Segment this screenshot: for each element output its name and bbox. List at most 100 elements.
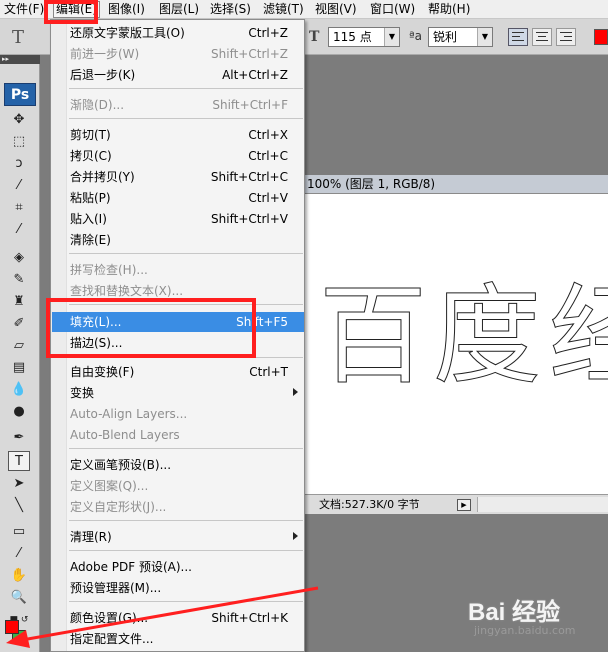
document-title-bar[interactable]: 100% (图层 1, RGB/8) — [305, 175, 608, 194]
menu-item-undo[interactable]: 还原文字蒙版工具(O) Ctrl+Z — [52, 23, 304, 43]
menu-item-label: 粘贴(P) — [70, 191, 111, 205]
menu-item-auto-blend-layers[interactable]: Auto-Blend Layers — [52, 425, 304, 445]
menu-help[interactable]: 帮助(H) — [426, 2, 472, 17]
canvas-text-char: 百 — [318, 274, 428, 399]
menu-item-shortcut: Ctrl+Z — [248, 26, 288, 40]
blur-tool-icon[interactable]: 💧 — [8, 380, 30, 400]
menu-item-fade[interactable]: 渐隐(D)... Shift+Ctrl+F — [52, 95, 304, 115]
menu-view[interactable]: 视图(V) — [313, 2, 359, 17]
menu-file[interactable]: 文件(F) — [2, 2, 46, 17]
menu-item-step-backward[interactable]: 后退一步(K) Alt+Ctrl+Z — [52, 65, 304, 85]
menu-item-label: 描边(S)... — [70, 336, 123, 350]
menu-separator — [69, 88, 303, 89]
menu-edit[interactable]: 编辑(E) — [53, 1, 100, 18]
antialias-icon: ªa — [409, 29, 423, 43]
align-right-button[interactable] — [556, 28, 576, 46]
menu-item-spell-check[interactable]: 拼写检查(H)... — [52, 260, 304, 280]
menu-item-auto-align-layers[interactable]: Auto-Align Layers... — [52, 404, 304, 424]
move-tool-icon[interactable]: ✥ — [8, 110, 30, 130]
status-menu-arrow-icon[interactable]: ▶ — [457, 499, 471, 511]
path-selection-tool-icon[interactable]: ➤ — [8, 474, 30, 494]
font-size-icon: T — [309, 29, 320, 45]
menu-item-define-pattern[interactable]: 定义图案(Q)... — [52, 476, 304, 496]
menu-separator — [69, 118, 303, 119]
align-left-button[interactable] — [508, 28, 528, 46]
menu-item-label: 自由变换(F) — [70, 365, 135, 379]
menu-item-transform[interactable]: 变换 — [52, 383, 304, 403]
menu-item-step-forward[interactable]: 前进一步(W) Shift+Ctrl+Z — [52, 44, 304, 64]
menu-image[interactable]: 图像(I) — [106, 2, 147, 17]
menu-item-label: 清理(R) — [70, 530, 112, 544]
menu-item-paste[interactable]: 粘贴(P) Ctrl+V — [52, 188, 304, 208]
notes-tool-icon[interactable]: ▭ — [8, 522, 30, 542]
menu-separator — [69, 448, 303, 449]
menu-item-shortcut: Ctrl+V — [248, 191, 288, 205]
menu-item-pdf-presets[interactable]: Adobe PDF 预设(A)... — [52, 557, 304, 577]
menu-item-define-custom-shape[interactable]: 定义自定形状(J)... — [52, 497, 304, 517]
menu-item-free-transform[interactable]: 自由变换(F) Ctrl+T — [52, 362, 304, 382]
eraser-tool-icon[interactable]: ▱ — [8, 336, 30, 356]
menu-item-copy-merged[interactable]: 合并拷贝(Y) Shift+Ctrl+C — [52, 167, 304, 187]
brush-tool-icon[interactable]: ✎ — [8, 270, 30, 290]
font-size-value: 115 点 — [333, 30, 372, 44]
line-tool-icon[interactable]: ╲ — [8, 496, 30, 516]
watermark-url: jingyan.baidu.com — [474, 624, 576, 637]
align-center-button[interactable] — [532, 28, 552, 46]
menu-item-clear[interactable]: 清除(E) — [52, 230, 304, 250]
pen-tool-icon[interactable]: ✒ — [8, 428, 30, 448]
menu-item-define-brush[interactable]: 定义画笔预设(B)... — [52, 455, 304, 475]
menu-item-label: 前进一步(W) — [70, 47, 140, 61]
menu-item-label: 定义图案(Q)... — [70, 479, 149, 493]
document-canvas[interactable]: 百 度 经 — [305, 194, 608, 494]
menu-item-shortcut: Ctrl+T — [249, 365, 288, 379]
menu-item-purge[interactable]: 清理(R) — [52, 527, 304, 547]
menu-item-shortcut: Shift+Ctrl+V — [211, 212, 288, 226]
menu-item-shortcut: Ctrl+C — [248, 149, 288, 163]
marquee-tool-icon[interactable]: ⬚ — [8, 132, 30, 152]
lasso-tool-icon[interactable]: ↄ — [8, 154, 30, 174]
horizontal-scrollbar[interactable] — [477, 497, 608, 512]
menu-item-shortcut: Shift+Ctrl+Z — [211, 47, 288, 61]
dodge-tool-icon[interactable]: ● — [8, 402, 30, 422]
history-brush-tool-icon[interactable]: ✐ — [8, 314, 30, 334]
menu-separator — [69, 550, 303, 551]
document-title: 100% (图层 1, RGB/8) — [307, 177, 436, 191]
menu-item-cut[interactable]: 剪切(T) Ctrl+X — [52, 125, 304, 145]
menu-separator — [69, 357, 303, 358]
menu-bar: 文件(F) 编辑(E) 图像(I) 图层(L) 选择(S) 滤镜(T) 视图(V… — [0, 0, 608, 19]
menu-layer[interactable]: 图层(L) — [157, 2, 201, 17]
menu-window[interactable]: 窗口(W) — [368, 2, 417, 17]
menu-select[interactable]: 选择(S) — [208, 2, 253, 17]
eyedropper-tool-icon[interactable]: ⁄ — [8, 544, 30, 564]
menu-item-fill[interactable]: 填充(L)... Shift+F5 — [52, 312, 304, 332]
menu-item-label: 填充(L)... — [70, 315, 122, 329]
menu-item-label: Auto-Align Layers... — [70, 407, 188, 421]
menu-item-label: 定义画笔预设(B)... — [70, 458, 172, 472]
menu-item-label: 变换 — [70, 386, 95, 400]
menu-separator — [69, 520, 303, 521]
menu-item-find-replace[interactable]: 查找和替换文本(X)... — [52, 281, 304, 301]
menu-item-label: 拼写检查(H)... — [70, 263, 148, 277]
crop-tool-icon[interactable]: ⌗ — [8, 198, 30, 218]
magic-wand-tool-icon[interactable]: ⁄ — [8, 176, 30, 196]
slice-tool-icon[interactable]: ⁄ — [8, 220, 30, 240]
ps-logo[interactable]: Ps — [4, 83, 36, 106]
text-color-swatch[interactable] — [594, 29, 608, 45]
healing-brush-tool-icon[interactable]: ◈ — [8, 248, 30, 268]
menu-item-label: 定义自定形状(J)... — [70, 500, 167, 514]
gradient-tool-icon[interactable]: ▤ — [8, 358, 30, 378]
antialias-select[interactable]: 锐利 ▼ — [428, 27, 493, 47]
stamp-tool-icon[interactable]: ♜ — [8, 292, 30, 312]
toolbox-grip[interactable]: ▸▸ — [0, 55, 40, 64]
menu-item-copy[interactable]: 拷贝(C) Ctrl+C — [52, 146, 304, 166]
antialias-value: 锐利 — [433, 30, 458, 44]
menu-filter[interactable]: 滤镜(T) — [261, 2, 306, 17]
menu-separator — [69, 253, 303, 254]
text-mask-tool-icon[interactable]: T — [12, 27, 24, 48]
edit-menu: 还原文字蒙版工具(O) Ctrl+Z 前进一步(W) Shift+Ctrl+Z … — [50, 19, 305, 652]
menu-item-stroke[interactable]: 描边(S)... — [52, 333, 304, 353]
menu-item-paste-into[interactable]: 贴入(I) Shift+Ctrl+V — [52, 209, 304, 229]
chevron-down-icon: ▼ — [477, 28, 492, 46]
font-size-select[interactable]: 115 点 ▼ — [328, 27, 400, 47]
type-tool-icon[interactable]: T — [8, 451, 30, 471]
